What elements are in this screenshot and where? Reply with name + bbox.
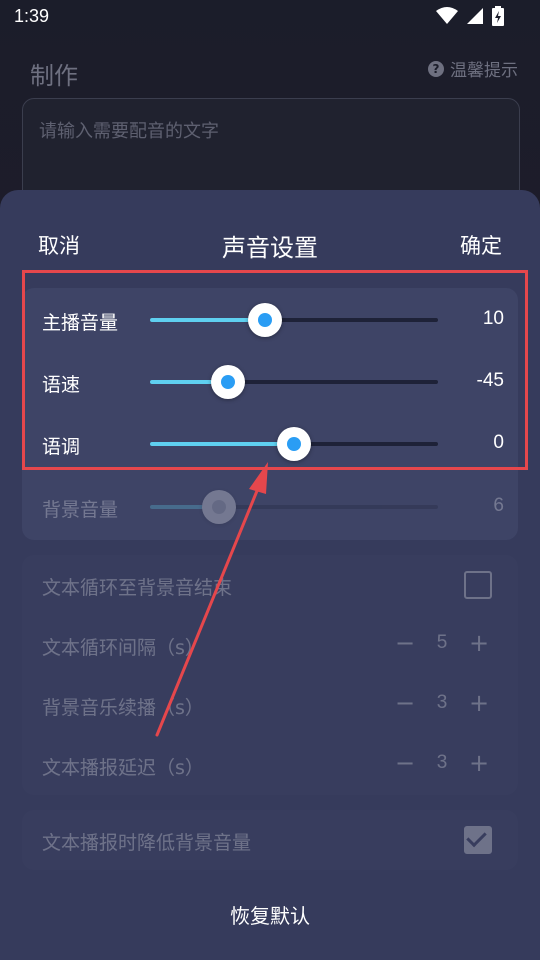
pitch-label: 语调 [42, 436, 81, 458]
duck-bgm-label: 文本播报时降低背景音量 [42, 832, 252, 854]
loop-to-bgm-end-label: 文本循环至背景音结束 [42, 577, 233, 599]
bgm-continue-label: 背景音乐续播（s） [42, 697, 204, 719]
duck-bgm-row: 文本播报时降低背景音量 [22, 810, 518, 870]
loop-interval-stepper: − 5 + [394, 629, 490, 659]
minus-button[interactable]: − [394, 749, 416, 777]
reset-defaults-button[interactable]: 恢复默认 [0, 900, 540, 929]
pitch-slider[interactable] [150, 427, 438, 461]
slider-thumb[interactable] [202, 490, 237, 524]
checkmark-icon [466, 826, 487, 848]
bgm-volume-label: 背景音量 [42, 499, 119, 521]
sheet-header: 取消 声音设置 确定 [0, 190, 540, 290]
duck-bgm-checkbox[interactable] [464, 826, 492, 854]
loop-interval-row: 文本循环间隔（s） − 5 + [22, 615, 518, 675]
status-bar: 1:39 [0, 0, 540, 34]
plus-button[interactable]: + [468, 689, 490, 717]
stepper-value: 5 [436, 632, 448, 653]
stepper-value: 3 [436, 752, 448, 773]
speed-slider[interactable] [150, 365, 438, 399]
bgm-continue-row: 背景音乐续播（s） − 3 + [22, 675, 518, 735]
duck-bgm-card: 文本播报时降低背景音量 [22, 810, 518, 870]
loop-to-bgm-end-checkbox[interactable] [464, 571, 492, 599]
cancel-button[interactable]: 取消 [38, 230, 80, 260]
battery-charging-icon [492, 6, 504, 26]
bgm-continue-stepper: − 3 + [394, 689, 490, 719]
slider-fill [150, 442, 294, 446]
bgm-volume-value: 6 [493, 495, 504, 516]
plus-button[interactable]: + [468, 629, 490, 657]
broadcast-delay-label: 文本播报延迟（s） [42, 757, 204, 779]
host-volume-slider[interactable] [150, 303, 438, 337]
host-volume-value: 10 [482, 308, 504, 329]
minus-button[interactable]: − [394, 629, 416, 657]
loop-to-bgm-end-row: 文本循环至背景音结束 [22, 555, 518, 615]
slider-row-bgm-volume: 背景音量 6 [22, 477, 518, 537]
loop-interval-label: 文本循环间隔（s） [42, 637, 204, 659]
speed-label: 语速 [42, 374, 81, 396]
stepper-value: 3 [436, 692, 448, 713]
slider-row-pitch: 语调 0 [22, 414, 518, 474]
text-input-placeholder: 请输入需要配音的文字 [39, 121, 219, 142]
page-title: 制作 [30, 62, 78, 90]
plus-button[interactable]: + [468, 749, 490, 777]
voice-settings-sheet: 取消 声音设置 确定 主播音量 10 语速 -45 语调 0 背景音量 6 文本… [0, 190, 540, 960]
wifi-icon [436, 7, 458, 24]
sheet-title: 声音设置 [222, 234, 318, 262]
loop-options-card: 文本循环至背景音结束 文本循环间隔（s） − 5 + 背景音乐续播（s） − 3… [22, 555, 518, 795]
minus-button[interactable]: − [394, 689, 416, 717]
status-icons [436, 6, 504, 26]
pitch-value: 0 [493, 432, 504, 453]
slider-thumb[interactable] [210, 365, 245, 399]
status-time: 1:39 [14, 6, 50, 26]
broadcast-delay-row: 文本播报延迟（s） − 3 + [22, 735, 518, 795]
question-icon: ? [428, 60, 444, 77]
slider-thumb[interactable] [277, 427, 311, 461]
broadcast-delay-stepper: − 3 + [394, 749, 490, 779]
tip-label: 温馨提示 [450, 61, 518, 81]
slider-row-host-volume: 主播音量 10 [22, 290, 518, 350]
confirm-button[interactable]: 确定 [460, 230, 502, 260]
speed-value: -45 [476, 370, 504, 391]
host-volume-label: 主播音量 [42, 312, 119, 334]
slider-thumb[interactable] [248, 303, 283, 337]
slider-card: 主播音量 10 语速 -45 语调 0 背景音量 6 [22, 288, 518, 540]
tip-link[interactable]: ? 温馨提示 [428, 56, 518, 81]
slider-row-speed: 语速 -45 [22, 352, 518, 412]
cellular-signal-icon [467, 8, 483, 24]
bgm-volume-slider[interactable] [150, 490, 438, 524]
